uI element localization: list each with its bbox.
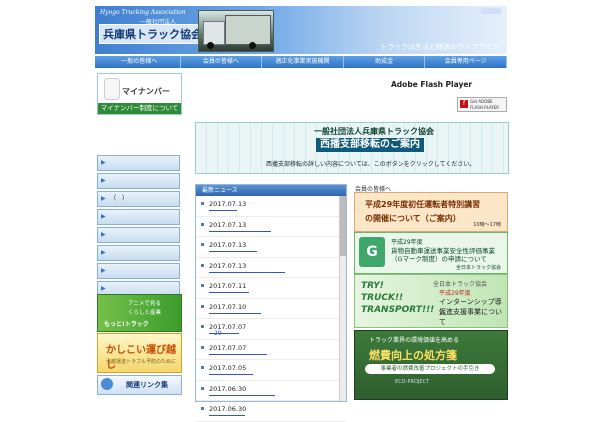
bullet-icon xyxy=(201,407,204,410)
arrow-right-icon: ▶ xyxy=(101,159,106,166)
side-menu: ▶ ▶ ▶ （ ） ▶ ▶ ▶ ▶ ▶ xyxy=(97,155,180,299)
g-mark-banner[interactable]: G 平成29年度 貨物自動車運送事業安全性評価事業 （Gマーク制度）の申請につい… xyxy=(354,232,508,274)
news-heading: 最新ニュース xyxy=(196,185,346,196)
mynumber-title: マイナンバー xyxy=(122,87,170,96)
news-link-underline[interactable] xyxy=(209,394,275,396)
news-link-underline[interactable] xyxy=(209,230,271,232)
site-logo-title[interactable]: 兵庫県トラック協会 xyxy=(99,24,206,44)
news-date: 2017.07.10 xyxy=(209,302,247,311)
news-row[interactable]: 2017.07.10 xyxy=(196,299,346,319)
bullet-icon xyxy=(201,366,204,369)
news-date: 2017.07.07 xyxy=(209,343,247,352)
news-scrollbar[interactable] xyxy=(339,196,346,401)
site-header[interactable]: Hyogo Trucking Association 一般社団法人 兵庫県トラッ… xyxy=(95,6,507,54)
news-link-underline[interactable] xyxy=(209,251,257,252)
association-english-name: Hyogo Trucking Association xyxy=(100,9,186,16)
news-panel: 最新ニュース 2017.07.13 2017.07.13 2017.07.13 201… xyxy=(195,184,347,422)
news-date: 2017.07.13 xyxy=(209,261,247,270)
news-date: 2017.07.13 xyxy=(209,200,247,208)
header-decoration xyxy=(481,8,501,14)
news-date: 2017.07.13 xyxy=(209,241,247,249)
flash-area: Adobe Flash Player f Get ADOBE FLASH PLA… xyxy=(195,72,508,114)
news-link-underline[interactable] xyxy=(209,415,245,416)
person-icon xyxy=(101,378,113,390)
rabbit-mascot-icon xyxy=(104,78,120,100)
bullet-icon xyxy=(201,304,204,308)
mynumber-banner[interactable]: マイナンバー マイナンバー制度について xyxy=(97,73,182,115)
bullet-icon xyxy=(201,325,204,328)
header-slogan: トラックは生活と経済のライフライン xyxy=(380,43,499,51)
bullet-icon xyxy=(201,386,204,390)
nav-item-general[interactable]: 一般の皆様へ xyxy=(99,56,181,68)
news-date: 2017.06.30 xyxy=(209,384,247,393)
side-menu-item[interactable]: ▶ xyxy=(97,227,180,243)
news-link-text[interactable]: 29 xyxy=(214,330,222,337)
bullet-icon xyxy=(201,345,204,349)
nav-item-members[interactable]: 会員の皆様へ xyxy=(181,56,263,68)
news-row[interactable]: 2017.07.05 xyxy=(196,360,346,381)
bullet-icon xyxy=(201,222,204,226)
news-date: 2017.07.13 xyxy=(209,220,247,229)
kashikoi-hikkoshi-banner[interactable]: かしこい運び越し 引越運送トラブル予防のために xyxy=(97,333,182,373)
eco-project-banner[interactable]: トラック業界の環境価値を高める 燃費向上の処方箋 事業者の燃費改善プロジェクトの… xyxy=(354,330,508,400)
side-menu-item[interactable]: ▶ xyxy=(97,263,180,279)
shoninsha-course-banner[interactable]: 平成29年度初任運転者特別講習 の開催について（ご案内） 10時～17時 xyxy=(354,192,508,232)
news-date: 2017.07.05 xyxy=(209,364,247,372)
news-date: 2017.07.11 xyxy=(209,282,247,290)
news-link-underline[interactable] xyxy=(209,374,253,375)
arrow-right-icon: ▶ xyxy=(101,195,106,202)
arrow-right-icon: ▶ xyxy=(101,177,106,184)
main-nav: 一般の皆様へ 会員の皆様へ 適正化事業実施機関 助成金 会員専用ページ xyxy=(95,56,507,68)
bullet-icon xyxy=(201,263,204,267)
news-link-underline[interactable] xyxy=(209,271,285,273)
news-link-underline[interactable] xyxy=(209,210,237,211)
news-link-underline[interactable] xyxy=(209,353,267,355)
relocation-banner[interactable]: 一般社団法人兵庫県トラック協会 西播支部移転のご案内 西播支部移転の詳しい内容に… xyxy=(195,122,509,174)
anime-truck-banner[interactable]: アニメで見る くらしと産業 もっと!トラック xyxy=(97,294,182,332)
news-row[interactable]: 2017.07.07 xyxy=(196,340,346,360)
bullet-icon xyxy=(201,202,204,205)
page-wrapper: Hyogo Trucking Association 一般社団法人 兵庫県トラッ… xyxy=(93,0,509,422)
news-row[interactable]: 2017.07.13 xyxy=(196,196,346,217)
side-menu-item[interactable]: ▶ xyxy=(97,155,180,171)
arrow-right-icon: ▶ xyxy=(101,267,106,274)
news-row[interactable]: 2017.07.13 xyxy=(196,217,346,237)
news-row[interactable]: 2017.07.07 29 xyxy=(196,319,346,340)
news-row[interactable]: 2017.07.13 xyxy=(196,258,346,278)
g-mark-icon: G xyxy=(359,237,385,267)
get-flash-player-button[interactable]: f Get ADOBE FLASH PLAYER xyxy=(457,97,507,112)
mynumber-link[interactable]: マイナンバー制度について xyxy=(98,103,181,114)
news-row[interactable]: 2017.06.30 xyxy=(196,381,346,401)
side-menu-item[interactable]: ▶ xyxy=(97,245,180,261)
internship-banner[interactable]: TRY! TRUCK!! TRANSPORT!!! 全日本トラック協会 平成29… xyxy=(354,274,508,328)
bullet-icon xyxy=(201,243,204,246)
bullet-icon xyxy=(201,284,204,287)
news-row[interactable]: 2017.07.13 xyxy=(196,237,346,258)
arrow-right-icon: ▶ xyxy=(101,231,106,238)
flash-player-text: Adobe Flash Player xyxy=(391,80,473,89)
arrow-right-icon: ▶ xyxy=(101,213,106,220)
news-link-underline[interactable] xyxy=(209,292,249,293)
nav-item-tekiseika[interactable]: 適正化事業実施機関 xyxy=(262,56,344,68)
news-date: 2017.06.30 xyxy=(209,405,247,413)
arrow-right-icon: ▶ xyxy=(101,249,106,256)
side-menu-item[interactable]: ▶ （ ） xyxy=(97,191,180,207)
side-menu-item[interactable]: ▶ xyxy=(97,209,180,225)
nav-item-members-only[interactable]: 会員専用ページ xyxy=(425,56,507,68)
news-link-underline[interactable] xyxy=(209,312,261,314)
flash-logo-icon: f xyxy=(460,100,468,108)
news-row[interactable]: 2017.07.11 xyxy=(196,278,346,299)
news-row[interactable]: 2017.06.30 xyxy=(196,401,346,422)
nav-item-subsidy[interactable]: 助成金 xyxy=(344,56,426,68)
related-links-button[interactable]: 関連リンク集 xyxy=(97,375,182,395)
truck-image xyxy=(198,10,274,52)
side-menu-item[interactable]: ▶ xyxy=(97,173,180,189)
news-list: 2017.07.13 2017.07.13 2017.07.13 2017.07.13… xyxy=(196,196,346,422)
